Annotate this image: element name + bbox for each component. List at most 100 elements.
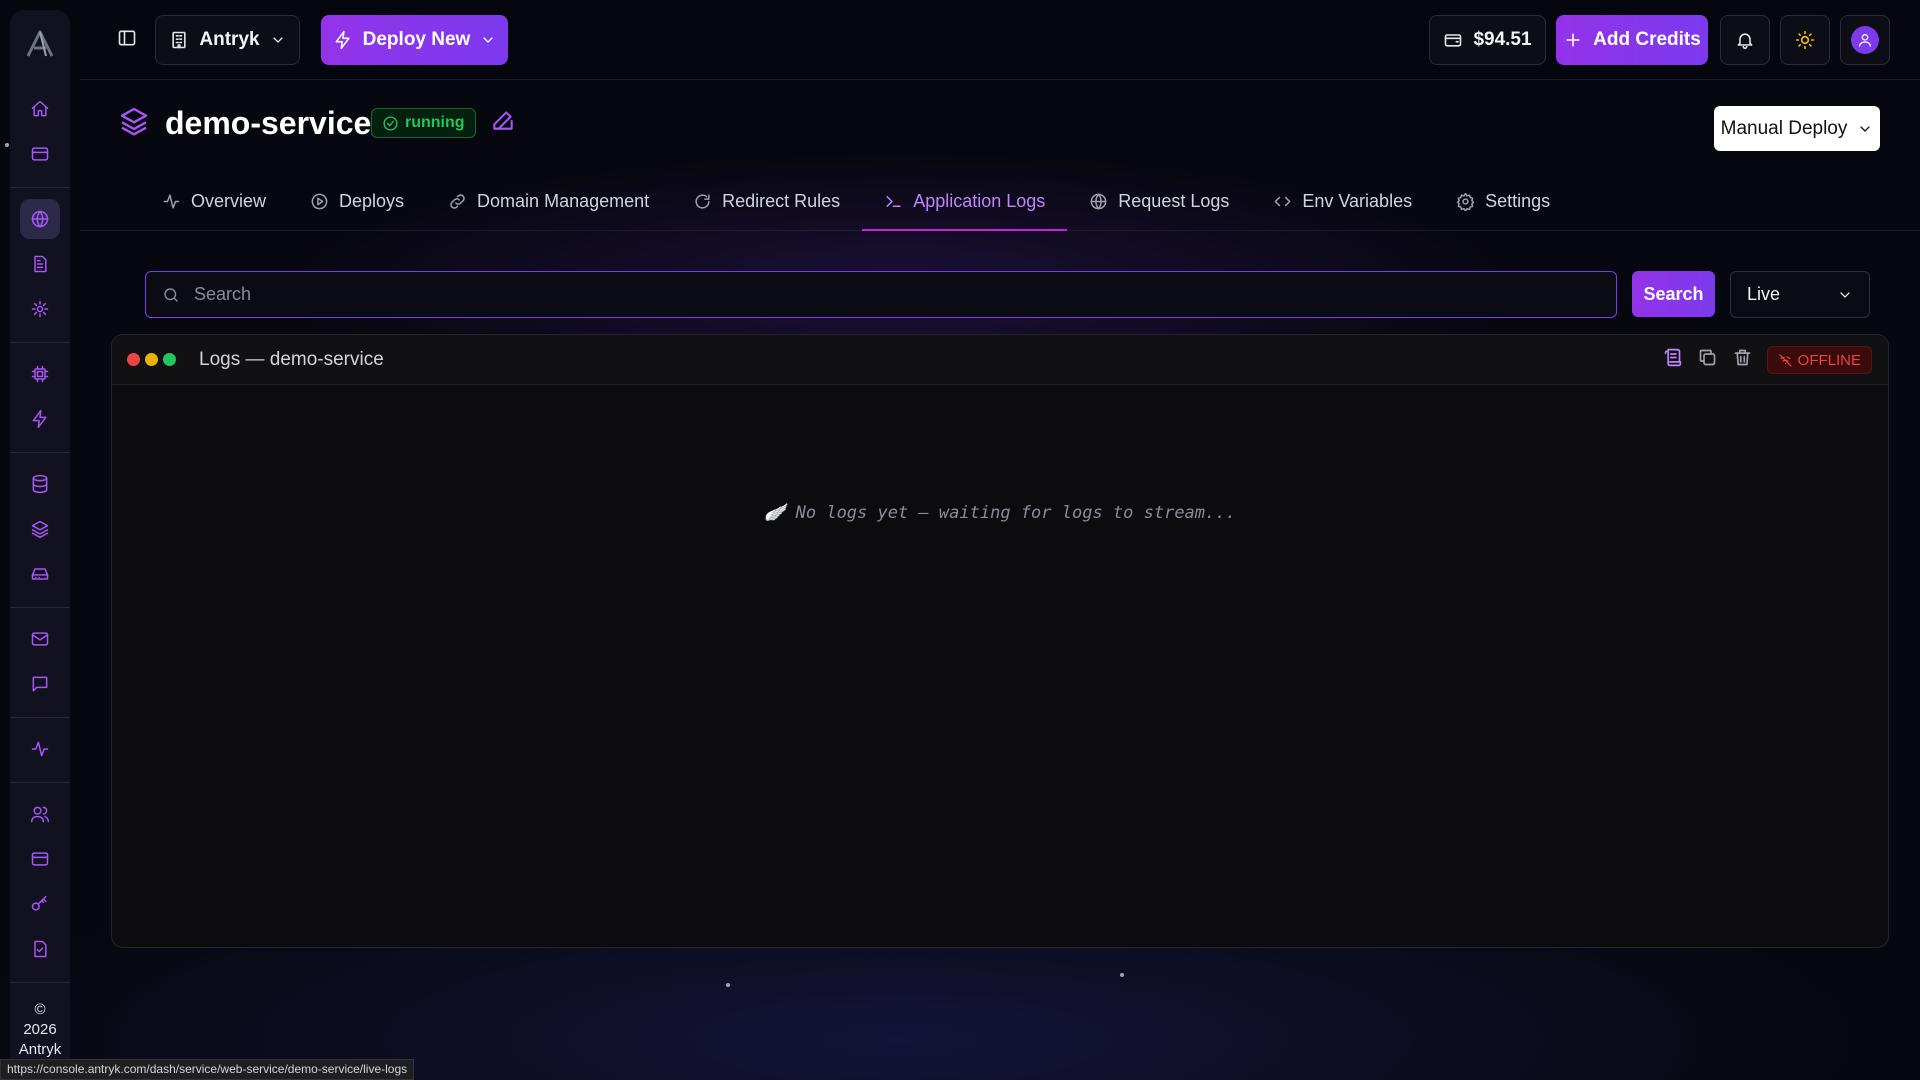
deploy-new-button[interactable]: Deploy New: [321, 15, 508, 65]
org-switcher[interactable]: Antryk: [155, 15, 300, 65]
check-circle-icon: [383, 115, 398, 131]
decorative-speck: [5, 143, 9, 147]
user-menu-button[interactable]: [1840, 15, 1890, 65]
edit-service-button[interactable]: [490, 107, 516, 138]
empty-logs-message: 🪽 No logs yet — waiting for logs to stre…: [764, 503, 1236, 523]
scroll-text-icon: [1664, 348, 1681, 367]
chevron-down-icon: [272, 37, 283, 43]
sidebar-footer: © 2026 Antryk: [10, 1000, 70, 1060]
sidebar-team[interactable]: [20, 794, 60, 834]
sidebar-compute[interactable]: [20, 354, 60, 394]
log-panel-title: Logs — demo-service: [199, 349, 384, 370]
deploy-new-label: Deploy New: [362, 29, 471, 50]
service-header: demo-service running Manual Deploy Overv…: [80, 81, 1920, 231]
sidebar-audit[interactable]: [20, 929, 60, 969]
tab-label: Overview: [191, 190, 267, 211]
tab-label: Application Logs: [913, 190, 1046, 211]
tab-label: Request Logs: [1118, 190, 1230, 211]
activity-icon: [163, 193, 180, 209]
tab-domain-management[interactable]: Domain Management: [426, 171, 671, 231]
search-input[interactable]: [194, 284, 1574, 305]
tab-application-logs[interactable]: Application Logs: [862, 171, 1068, 231]
antryk-logo[interactable]: [20, 24, 60, 64]
log-panel-header: Logs — demo-service OFFLINE: [112, 335, 1888, 385]
sidebar-divider: [10, 187, 70, 188]
layers-icon: [120, 107, 148, 136]
manual-deploy-button[interactable]: Manual Deploy: [1714, 106, 1880, 151]
sidebar-services[interactable]: [20, 134, 60, 174]
tab-settings[interactable]: Settings: [1434, 171, 1572, 231]
tab-label: Redirect Rules: [722, 190, 841, 211]
wrap-lines-button[interactable]: [1662, 347, 1683, 373]
sidebar-databases[interactable]: [20, 464, 60, 504]
clear-logs-button[interactable]: [1732, 347, 1753, 373]
org-name: Antryk: [199, 29, 260, 50]
search-button[interactable]: Search: [1632, 271, 1715, 317]
key-icon: [31, 895, 47, 911]
tab-redirect-rules[interactable]: Redirect Rules: [671, 171, 862, 231]
sidebar-functions[interactable]: [20, 399, 60, 439]
sun-icon: [1795, 30, 1815, 50]
hard-drive-icon: [31, 568, 49, 580]
sidebar-email[interactable]: [20, 619, 60, 659]
terminal-icon: [886, 195, 901, 207]
refresh-icon: [695, 193, 710, 209]
sidebar-workers[interactable]: [20, 289, 60, 329]
log-mode-value: Live: [1747, 284, 1781, 304]
notifications-button[interactable]: [1720, 15, 1770, 65]
lightning-icon: [335, 30, 350, 50]
sidebar-home[interactable]: [20, 89, 60, 129]
sidebar-api-keys[interactable]: [20, 884, 60, 924]
decorative-speck: [726, 983, 730, 987]
tab-request-logs[interactable]: Request Logs: [1067, 171, 1251, 231]
window-dot-green: [163, 353, 176, 366]
sidebar-divider: [10, 452, 70, 453]
sidebar-divider: [10, 607, 70, 608]
tab-env-variables[interactable]: Env Variables: [1251, 171, 1434, 231]
sidebar-layers[interactable]: [20, 509, 60, 549]
tab-overview[interactable]: Overview: [140, 171, 288, 231]
sidebar-messages[interactable]: [20, 664, 60, 704]
theme-toggle-button[interactable]: [1780, 15, 1830, 65]
antryk-logo-icon: [26, 30, 54, 57]
sidebar-billing[interactable]: [20, 839, 60, 879]
footer-copyright: ©: [34, 1001, 46, 1018]
code-icon: [1274, 196, 1291, 206]
sidebar-divider: [10, 782, 70, 783]
topbar: Antryk Deploy New $94.51 Add Credits: [80, 0, 1920, 80]
log-mode-select[interactable]: Live: [1730, 271, 1870, 318]
building-icon: [172, 31, 187, 49]
credit-card-icon: [31, 852, 49, 866]
sidebar-static-sites[interactable]: [20, 244, 60, 284]
balance-amount: $94.51: [1473, 29, 1532, 50]
log-actions: OFFLINE: [1662, 346, 1872, 374]
balance-display[interactable]: $94.51: [1429, 15, 1546, 65]
avatar: [1851, 26, 1879, 54]
sidebar-web-services[interactable]: [20, 199, 60, 239]
status-text: running: [405, 114, 465, 131]
sidebar: © 2026 Antryk: [10, 10, 70, 1072]
edit-icon: [493, 111, 513, 130]
cog-icon: [31, 300, 49, 318]
globe-icon: [31, 210, 49, 228]
wallet-icon: [1445, 34, 1462, 47]
lightning-icon: [32, 409, 47, 429]
users-icon: [30, 806, 50, 823]
sidebar-monitoring[interactable]: [20, 729, 60, 769]
add-credits-button[interactable]: Add Credits: [1556, 15, 1708, 65]
toggle-sidebar-button[interactable]: [117, 28, 137, 53]
tab-deploys[interactable]: Deploys: [288, 171, 426, 231]
bell-icon: [1737, 33, 1753, 50]
connection-status-badge: OFFLINE: [1766, 346, 1872, 374]
footer-brand: Antryk: [18, 1041, 62, 1058]
activity-icon: [31, 741, 49, 757]
file-check-icon: [34, 940, 47, 958]
tab-label: Domain Management: [477, 190, 650, 211]
sidebar-storage[interactable]: [20, 554, 60, 594]
copy-logs-button[interactable]: [1697, 347, 1718, 373]
wifi-off-icon: [1778, 353, 1792, 367]
service-name: demo-service: [165, 105, 372, 141]
sidebar-divider: [10, 982, 70, 983]
add-credits-label: Add Credits: [1593, 29, 1701, 50]
copy-icon: [1699, 349, 1715, 366]
